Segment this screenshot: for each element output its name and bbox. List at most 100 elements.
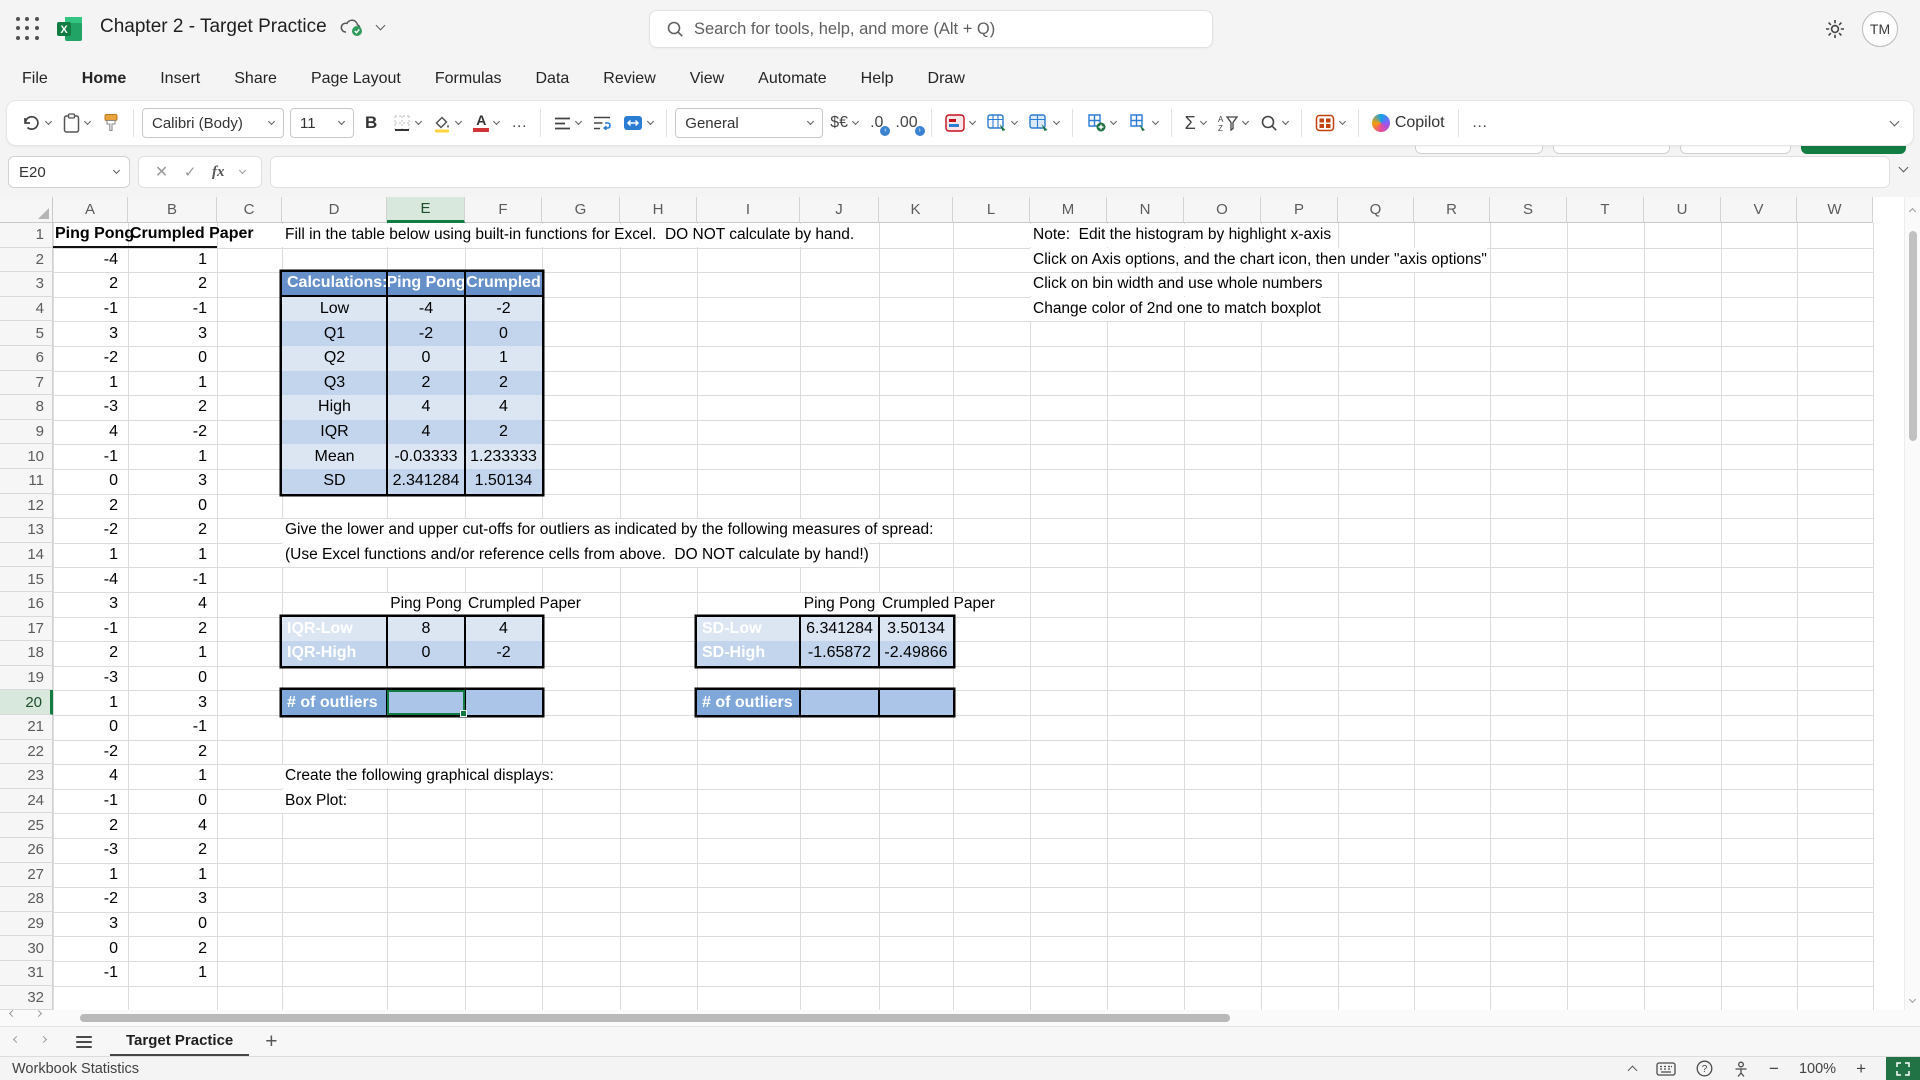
sd-cutoff-table-cell[interactable]: -1.65872: [800, 641, 879, 666]
menu-home[interactable]: Home: [82, 70, 126, 88]
cell-A6[interactable]: -2: [53, 346, 128, 371]
menu-draw[interactable]: Draw: [928, 70, 965, 88]
align-button[interactable]: [549, 113, 586, 134]
cell-A18[interactable]: 2: [53, 641, 128, 666]
row-header-1[interactable]: 1: [0, 223, 53, 248]
format-painter-button[interactable]: [97, 109, 125, 137]
column-header-B[interactable]: B: [128, 197, 217, 223]
cell-B25[interactable]: 4: [128, 813, 217, 838]
number-format-select[interactable]: General: [675, 108, 823, 138]
cell-D14[interactable]: (Use Excel functions and/or reference ce…: [282, 543, 869, 567]
row-header-29[interactable]: 29: [0, 912, 53, 937]
row-header-28[interactable]: 28: [0, 887, 53, 912]
vertical-scrollbar[interactable]: [1904, 197, 1920, 1010]
row-header-7[interactable]: 7: [0, 371, 53, 396]
row-header-21[interactable]: 21: [0, 715, 53, 740]
menu-page-layout[interactable]: Page Layout: [311, 70, 401, 88]
cell-B14[interactable]: 1: [128, 543, 217, 568]
cell-J16[interactable]: Ping Pong: [800, 593, 879, 617]
column-header-G[interactable]: G: [542, 197, 620, 223]
cell-A28[interactable]: -2: [53, 887, 128, 912]
currency-format-button[interactable]: $€: [825, 110, 863, 136]
prev-sheet-icon[interactable]: [13, 1036, 20, 1043]
cell-M4[interactable]: Change color of 2nd one to match boxplot: [1030, 297, 1321, 321]
cell-A15[interactable]: -4: [53, 567, 128, 592]
cell-A11[interactable]: 0: [53, 469, 128, 494]
cell-B21[interactable]: -1: [128, 715, 217, 740]
row-header-27[interactable]: 27: [0, 863, 53, 888]
zoom-out-button[interactable]: −: [1769, 1059, 1779, 1079]
workbook-statistics-button[interactable]: Workbook Statistics: [0, 1061, 139, 1077]
column-header-J[interactable]: J: [800, 197, 879, 223]
settings-gear-icon[interactable]: [1824, 18, 1846, 40]
cell-A9[interactable]: 4: [53, 420, 128, 445]
cell-A1[interactable]: Ping Pong: [53, 223, 128, 248]
column-header-E[interactable]: E: [387, 197, 465, 223]
merge-cells-button[interactable]: [618, 111, 658, 135]
column-header-M[interactable]: M: [1030, 197, 1107, 223]
cell-F16[interactable]: Crumpled Paper: [465, 593, 581, 617]
increase-decimal-button[interactable]: .00›: [890, 110, 922, 136]
cell-B18[interactable]: 1: [128, 641, 217, 666]
row-header-4[interactable]: 4: [0, 297, 53, 322]
status-chevron-up-icon[interactable]: [1628, 1066, 1638, 1076]
bold-button[interactable]: B: [356, 111, 386, 135]
cell-B16[interactable]: 4: [128, 592, 217, 617]
calculations-table-cell[interactable]: Mean: [282, 444, 387, 469]
menu-view[interactable]: View: [690, 70, 724, 88]
undo-button[interactable]: [17, 110, 56, 136]
sd-cutoff-table-cell[interactable]: 6.341284: [800, 617, 879, 642]
column-header-H[interactable]: H: [620, 197, 697, 223]
cell-A27[interactable]: 1: [53, 863, 128, 888]
calculations-table-cell[interactable]: Low: [282, 297, 387, 322]
help-icon[interactable]: ?: [1696, 1060, 1713, 1077]
cell-B31[interactable]: 1: [128, 961, 217, 986]
cell-B13[interactable]: 2: [128, 518, 217, 543]
row-header-32[interactable]: 32: [0, 986, 53, 1011]
insert-function-icon[interactable]: fx: [212, 164, 225, 181]
calculations-table-cell[interactable]: -2: [387, 321, 465, 346]
cell-B27[interactable]: 1: [128, 863, 217, 888]
cell-M2[interactable]: Click on Axis options, and the chart ico…: [1030, 248, 1487, 272]
row-header-8[interactable]: 8: [0, 395, 53, 420]
cell-A7[interactable]: 1: [53, 371, 128, 396]
row-header-23[interactable]: 23: [0, 764, 53, 789]
cell-A22[interactable]: -2: [53, 740, 128, 765]
cell-B26[interactable]: 2: [128, 838, 217, 863]
cell-A4[interactable]: -1: [53, 297, 128, 322]
ribbon-overflow-button[interactable]: …: [1467, 110, 1493, 136]
iqr-cutoff-table-cell[interactable]: -2: [465, 641, 542, 666]
cell-A16[interactable]: 3: [53, 592, 128, 617]
column-header-N[interactable]: N: [1107, 197, 1184, 223]
row-header-10[interactable]: 10: [0, 444, 53, 469]
cell-B30[interactable]: 2: [128, 936, 217, 961]
cell-A25[interactable]: 2: [53, 813, 128, 838]
iqr-cutoff-table-cell[interactable]: IQR-Low: [282, 617, 387, 642]
column-header-D[interactable]: D: [282, 197, 387, 223]
cell-B11[interactable]: 3: [128, 469, 217, 494]
selected-cell-E20[interactable]: [387, 690, 465, 715]
cell-A5[interactable]: 3: [53, 321, 128, 346]
row-header-11[interactable]: 11: [0, 469, 53, 494]
column-header-R[interactable]: R: [1414, 197, 1490, 223]
title-chevron-down-icon[interactable]: [375, 20, 385, 30]
sd-cutoff-table-cell[interactable]: SD-Low: [697, 617, 800, 642]
row-header-12[interactable]: 12: [0, 494, 53, 519]
iqr-cutoff-table-cell[interactable]: 4: [465, 617, 542, 642]
cell-B1[interactable]: Crumpled Paper: [128, 223, 217, 248]
collapse-ribbon-button[interactable]: [1886, 118, 1903, 129]
column-header-T[interactable]: T: [1567, 197, 1644, 223]
cell-D24[interactable]: Box Plot:: [282, 789, 347, 813]
calculations-table-cell[interactable]: SD: [282, 469, 387, 494]
scroll-right-icon[interactable]: [35, 1010, 42, 1017]
column-header-K[interactable]: K: [879, 197, 953, 223]
calculations-table-cell[interactable]: 4: [465, 395, 542, 420]
calculations-table-cell[interactable]: -2: [465, 297, 542, 322]
calculations-table-cell[interactable]: Q2: [282, 346, 387, 371]
column-header-U[interactable]: U: [1644, 197, 1721, 223]
menu-file[interactable]: File: [22, 70, 48, 88]
cell-A12[interactable]: 2: [53, 494, 128, 519]
menu-insert[interactable]: Insert: [160, 70, 200, 88]
cell-K16[interactable]: Crumpled Paper: [879, 593, 995, 617]
cell-B10[interactable]: 1: [128, 444, 217, 469]
